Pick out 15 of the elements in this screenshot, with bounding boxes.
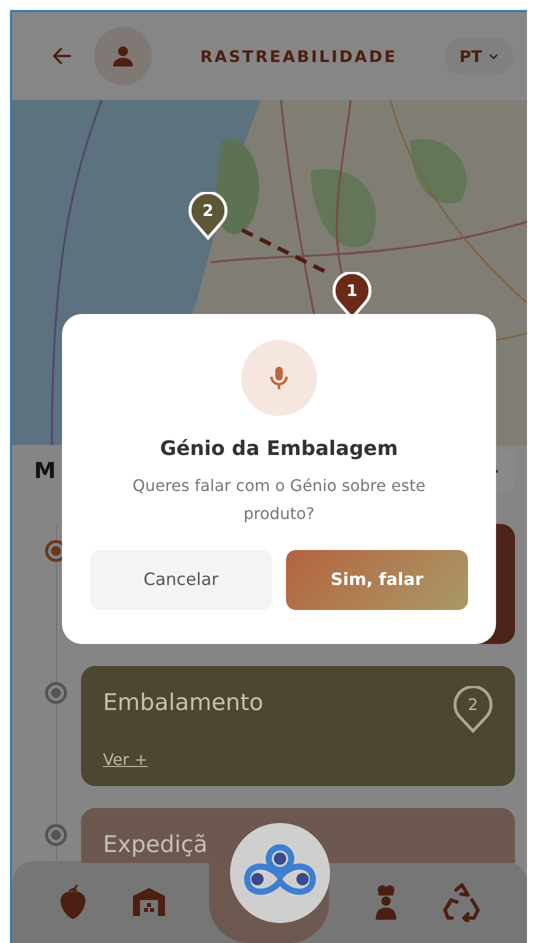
- stage-title: Embalamento: [103, 690, 264, 716]
- location-pin-icon: 2: [453, 686, 493, 734]
- dialog-title: Génio da Embalagem: [160, 436, 398, 460]
- map-marker[interactable]: 2: [188, 192, 228, 240]
- panel-heading: M: [34, 458, 56, 484]
- see-more-link[interactable]: Ver +: [103, 750, 148, 769]
- recycle-icon[interactable]: [442, 882, 482, 922]
- cancel-button[interactable]: Cancelar: [90, 550, 272, 610]
- confirm-button[interactable]: Sim, falar: [286, 550, 468, 610]
- language-selector[interactable]: PT: [445, 38, 513, 74]
- stage-card[interactable]: Embalamento 2 Ver +: [81, 666, 515, 786]
- warehouse-icon[interactable]: [131, 886, 168, 918]
- stage-title: Expediçã: [103, 832, 208, 858]
- dialog-message: Queres falar com o Génio sobre este produto?: [132, 475, 426, 525]
- page-title: RASTREABILIDADE: [199, 46, 398, 66]
